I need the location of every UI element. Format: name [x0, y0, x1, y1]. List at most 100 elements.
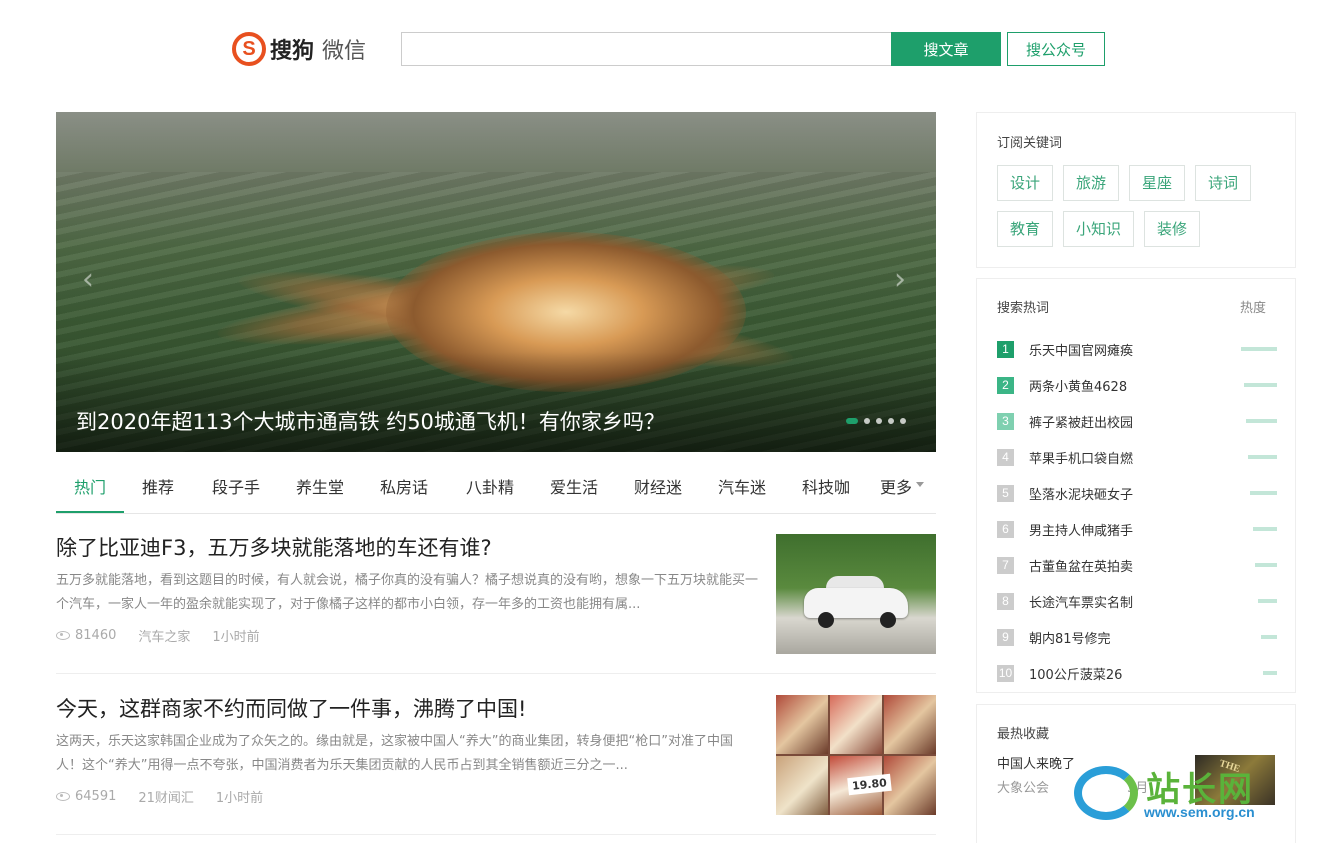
heat-bar — [1244, 383, 1277, 387]
site-watermark: 站长网 www.sem.org.cn — [1074, 762, 1286, 824]
category-tabs: 热门 推荐 段子手 养生堂 私房话 八卦精 爱生活 财经迷 汽车迷 科技咖 更多 — [56, 458, 936, 514]
hot-search-item[interactable]: 8 长途汽车票实名制 — [997, 583, 1277, 619]
banner-caption[interactable]: 到2020年超113个大城市通高铁 约50城通飞机！有你家乡吗？ — [76, 406, 665, 436]
carousel-dot[interactable] — [888, 418, 894, 424]
subscribe-keywords-panel: 订阅关键词 设计 旅游 星座 诗词教育 小知识 装修 — [976, 112, 1296, 268]
tab-tech[interactable]: 科技咖 — [784, 458, 868, 513]
sogou-logo-icon: S — [232, 32, 266, 66]
panel-title: 搜索热词 — [997, 301, 1050, 316]
carousel-next-icon[interactable]: › — [894, 262, 906, 297]
hot-search-item[interactable]: 1 乐天中国官网瘫痪 — [997, 331, 1277, 367]
tab-private-talk[interactable]: 私房话 — [360, 458, 448, 513]
rank-badge: 8 — [997, 592, 1014, 610]
hot-search-item[interactable]: 9 朝内81号修完 — [997, 619, 1277, 655]
hot-search-word[interactable]: 男主持人伸咸猪手 — [1029, 520, 1133, 539]
hot-search-word[interactable]: 苹果手机口袋自燃 — [1029, 448, 1133, 467]
hot-search-item[interactable]: 10 100公斤菠菜26 — [997, 655, 1277, 691]
article-source[interactable]: 21财闻汇 — [138, 787, 194, 806]
heat-bar — [1248, 455, 1277, 459]
hot-search-word[interactable]: 古董鱼盆在英拍卖 — [1029, 556, 1133, 575]
hot-search-item[interactable]: 6 男主持人伸咸猪手 — [997, 511, 1277, 547]
panel-title: 订阅关键词 — [997, 136, 1063, 151]
keyword-chip[interactable]: 装修 — [1144, 211, 1201, 247]
hot-search-word[interactable]: 长途汽车票实名制 — [1029, 592, 1133, 611]
hot-search-word[interactable]: 朝内81号修完 — [1029, 628, 1111, 647]
tab-life[interactable]: 爱生活 — [532, 458, 616, 513]
search-articles-button[interactable]: 搜文章 — [891, 32, 1001, 66]
rank-badge: 3 — [997, 412, 1014, 430]
favorite-item-title[interactable]: 中国人来晚了 — [997, 753, 1075, 772]
tab-finance[interactable]: 财经迷 — [616, 458, 700, 513]
heat-bar — [1263, 671, 1277, 675]
hot-search-item[interactable]: 7 古董鱼盆在英拍卖 — [997, 547, 1277, 583]
hot-search-item[interactable]: 4 苹果手机口袋自燃 — [997, 439, 1277, 475]
hot-search-item[interactable]: 3 裤子紧被赶出校园 — [997, 403, 1277, 439]
hot-search-word[interactable]: 裤子紧被赶出校园 — [1029, 412, 1133, 431]
article-meta: 81460 汽车之家 1小时前 — [56, 626, 260, 645]
keyword-chip[interactable]: 教育 — [997, 211, 1054, 247]
article-thumbnail-store[interactable]: 19.80 — [776, 695, 936, 815]
article-time: 1小时前 — [212, 630, 260, 645]
article-summary: 这两天，乐天这家韩国企业成为了众矢之的。缘由就是，这家被中国人“养大”的商业集团… — [56, 734, 733, 773]
article-summary: 五万多就能落地，看到这题目的时候，有人就会说，橘子你真的没有骗人？橘子想说真的没… — [56, 573, 758, 612]
carousel-dots — [846, 418, 906, 424]
hot-search-word[interactable]: 坠落水泥块砸女子 — [1029, 484, 1133, 503]
chevron-down-icon — [916, 482, 924, 487]
hot-search-word[interactable]: 乐天中国官网瘫痪 — [1029, 340, 1133, 359]
heat-label: 热度 — [1240, 301, 1267, 316]
watermark-url: www.sem.org.cn — [1144, 804, 1255, 820]
article-thumbnail-car[interactable] — [776, 534, 936, 654]
tab-recommend[interactable]: 推荐 — [124, 458, 192, 513]
tab-health[interactable]: 养生堂 — [280, 458, 360, 513]
logo-brand-text: 搜狗 — [270, 39, 315, 64]
rank-badge: 7 — [997, 556, 1014, 574]
hot-search-item[interactable]: 5 坠落水泥块砸女子 — [997, 475, 1277, 511]
logo-product-text: 微信 — [322, 39, 367, 64]
article-title[interactable]: 除了比亚迪F3，五万多块就能落地的车还有谁? — [56, 532, 756, 562]
heat-bar — [1255, 563, 1277, 567]
article-item[interactable]: 除了比亚迪F3，五万多块就能落地的车还有谁? 五万多就能落地，看到这题目的时候，… — [56, 514, 936, 674]
keyword-list: 设计 旅游 星座 诗词教育 小知识 装修 — [997, 165, 1287, 247]
keyword-chip[interactable]: 诗词 — [1195, 165, 1252, 201]
banner-carousel[interactable]: ‹ › 到2020年超113个大城市通高铁 约50城通飞机！有你家乡吗？ — [56, 112, 936, 452]
carousel-dot[interactable] — [864, 418, 870, 424]
tab-more[interactable]: 更多 — [868, 458, 936, 513]
article-meta: 64591 21财闻汇 1小时前 — [56, 787, 263, 806]
eye-icon — [56, 631, 70, 640]
heat-bar — [1241, 347, 1277, 351]
article-views: 64591 — [75, 789, 117, 804]
article-source[interactable]: 汽车之家 — [138, 626, 190, 645]
carousel-dot[interactable] — [900, 418, 906, 424]
rank-badge: 1 — [997, 340, 1014, 358]
favorite-item-source[interactable]: 大象公会 — [997, 777, 1049, 796]
hot-search-word[interactable]: 两条小黄鱼4628 — [1029, 376, 1127, 395]
rank-badge: 6 — [997, 520, 1014, 538]
carousel-dot[interactable] — [846, 418, 858, 424]
hot-search-word[interactable]: 100公斤菠菜26 — [1029, 664, 1122, 683]
tab-jokes[interactable]: 段子手 — [192, 458, 280, 513]
search-input[interactable] — [401, 32, 892, 66]
keyword-chip[interactable]: 星座 — [1129, 165, 1186, 201]
carousel-dot[interactable] — [876, 418, 882, 424]
article-time: 1小时前 — [215, 791, 264, 806]
hot-search-list: 1 乐天中国官网瘫痪 2 两条小黄鱼4628 3 裤子紧被赶出校园 4 苹果手机口袋自燃 5 坠落… — [997, 331, 1277, 691]
tab-hot[interactable]: 热门 — [56, 458, 124, 513]
keyword-chip[interactable]: 旅游 — [1063, 165, 1120, 201]
heat-bar — [1250, 491, 1277, 495]
search-accounts-button[interactable]: 搜公众号 — [1007, 32, 1105, 66]
tab-auto[interactable]: 汽车迷 — [700, 458, 784, 513]
rank-badge: 9 — [997, 628, 1014, 646]
sogou-weixin-logo[interactable]: S 搜狗 微信 — [232, 31, 366, 67]
tab-gossip[interactable]: 八卦精 — [448, 458, 532, 513]
heat-bar — [1246, 419, 1277, 423]
eye-icon — [56, 792, 70, 801]
hot-search-item[interactable]: 2 两条小黄鱼4628 — [997, 367, 1277, 403]
keyword-chip[interactable]: 设计 — [997, 165, 1054, 201]
article-item[interactable]: 今天，这群商家不约而同做了一件事，沸腾了中国! 这两天，乐天这家韩国企业成为了众… — [56, 675, 936, 835]
keyword-chip[interactable]: 小知识 — [1063, 211, 1135, 247]
article-title[interactable]: 今天，这群商家不约而同做了一件事，沸腾了中国! — [56, 693, 756, 723]
heat-bar — [1258, 599, 1277, 603]
rank-badge: 10 — [997, 664, 1014, 682]
panel-title: 最热收藏 — [997, 727, 1050, 742]
carousel-prev-icon[interactable]: ‹ — [82, 262, 94, 297]
